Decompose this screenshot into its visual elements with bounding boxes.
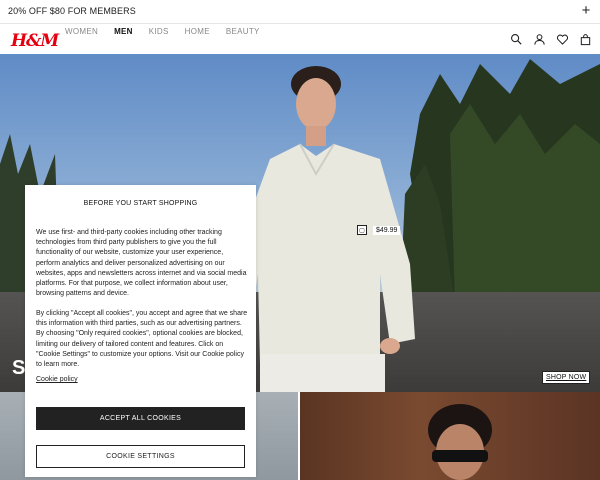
search-icon[interactable] [510,33,523,46]
main-nav: WOMEN MEN KIDS HOME BEAUTY [65,27,276,36]
promo-bar: 20% OFF $80 FOR MEMBERS + [0,0,600,24]
plus-icon[interactable]: + [578,3,594,19]
hero-headline: S [12,357,26,379]
cookie-settings-button[interactable]: COOKIE SETTINGS [36,445,245,468]
price-tag[interactable]: ▢ $49.99 [357,225,401,235]
cookie-policy-link[interactable]: Cookie policy [36,376,78,383]
nav-item-home[interactable]: HOME [185,27,210,36]
nav-item-women[interactable]: WOMEN [65,27,98,36]
product-marker-icon[interactable]: ▢ [357,225,367,235]
cookie-paragraph-2: By clicking "Accept all cookies", you ac… [36,310,248,369]
shop-now-button[interactable]: SHOP NOW [542,371,591,384]
cookie-dialog: BEFORE YOU START SHOPPING We use first- … [25,185,256,477]
accept-all-cookies-button[interactable]: ACCEPT ALL COOKIES [36,407,245,430]
bag-icon[interactable] [579,33,592,46]
cookie-paragraph-1: We use first- and third-party cookies in… [36,229,247,298]
promo-text: 20% OFF $80 FOR MEMBERS [8,6,136,16]
header-icons [510,33,592,46]
product-price: $49.99 [373,225,401,235]
account-icon[interactable] [533,33,546,46]
cookie-title: BEFORE YOU START SHOPPING [83,200,198,207]
favorites-icon[interactable] [556,33,569,46]
nav-item-kids[interactable]: KIDS [149,27,169,36]
tile-model [428,404,492,480]
site-header: H&M WOMEN MEN KIDS HOME BEAUTY [0,24,600,54]
brand-logo[interactable]: H&M [11,31,59,51]
nav-item-men[interactable]: MEN [114,27,133,36]
nav-item-beauty[interactable]: BEAUTY [226,27,260,36]
